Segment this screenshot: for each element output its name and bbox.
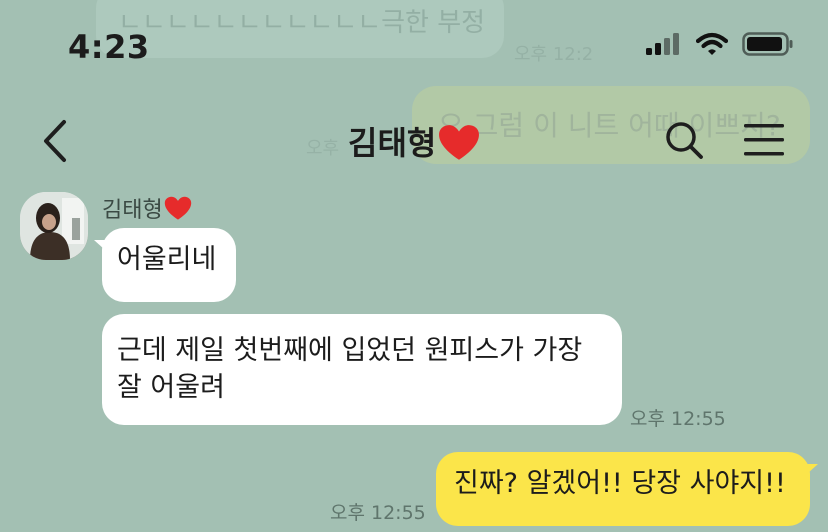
ghost-time-top: 오후 12:2 bbox=[514, 44, 594, 65]
heart-icon bbox=[439, 125, 480, 160]
message-text: 진짜? 알겠어!! 당장 사야지!! bbox=[454, 468, 786, 499]
incoming-message-bubble[interactable]: 어울리네 bbox=[102, 228, 236, 302]
message-text: 어울리네 bbox=[117, 244, 217, 275]
menu-icon[interactable] bbox=[744, 123, 784, 157]
message-text: 근데 제일 첫번째에 입었던 원피스가 가장 잘 어울려 bbox=[117, 335, 583, 403]
outgoing-message-bubble[interactable]: 진짜? 알겠어!! 당장 사야지!! bbox=[436, 452, 810, 526]
chat-title-name: 김태형 bbox=[348, 124, 437, 162]
battery-icon bbox=[742, 32, 793, 56]
signal-icon bbox=[646, 33, 679, 55]
ghost-time-mid: 오후 bbox=[306, 138, 340, 159]
sender-name-text: 김태형 bbox=[102, 198, 163, 223]
status-time: 4:23 bbox=[68, 28, 150, 66]
status-icons bbox=[646, 32, 794, 56]
chat-title: 김태형 bbox=[348, 118, 480, 164]
ghost-message-top: ㄴㄴㄴㄴㄴㄴㄴㄴㄴㄴㄴ극한 부정 bbox=[118, 8, 486, 38]
back-arrow-icon[interactable] bbox=[38, 118, 72, 164]
wifi-icon bbox=[696, 32, 728, 55]
incoming-message-bubble[interactable]: 근데 제일 첫번째에 입었던 원피스가 가장 잘 어울려 bbox=[102, 314, 622, 425]
message-timestamp: 오후 12:55 bbox=[630, 408, 726, 430]
ghost-message-mid: 오 그럼 이 니트 어때 이쁘지? bbox=[438, 109, 781, 142]
avatar-photo bbox=[20, 192, 88, 260]
message-timestamp: 오후 12:55 bbox=[330, 502, 426, 524]
sender-avatar[interactable] bbox=[20, 192, 88, 260]
heart-icon bbox=[164, 196, 191, 220]
search-icon[interactable] bbox=[664, 120, 704, 160]
sender-name: 김태형 bbox=[102, 192, 192, 224]
